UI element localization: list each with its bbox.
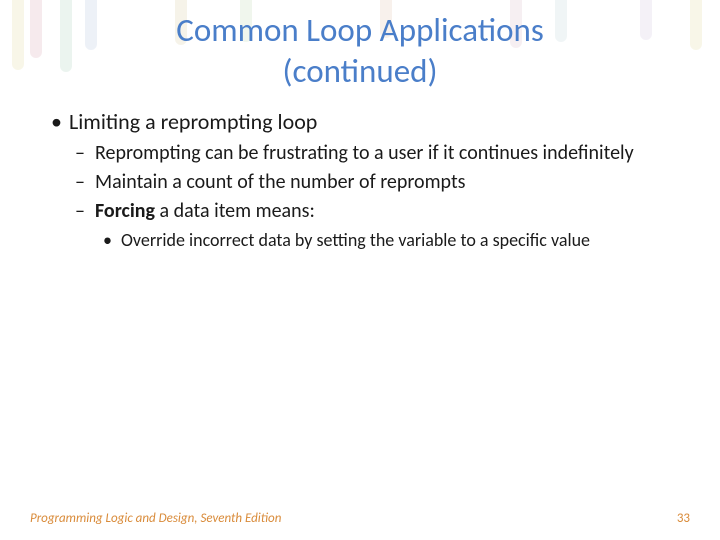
bullet-l2-item: Forcing a data item means: Override inco… (69, 198, 675, 252)
slide-title: Common Loop Applications (continued) (0, 0, 720, 93)
bullet-list-level1: Limiting a reprompting loop Reprompting … (45, 107, 675, 253)
bullet-l2-item: Maintain a count of the number of reprom… (69, 169, 675, 196)
footer-text: Programming Logic and Design, Seventh Ed… (30, 511, 281, 526)
bullet-l2-text: a data item means: (155, 199, 315, 223)
bullet-list-level3: Override incorrect data by setting the v… (95, 228, 675, 252)
bullet-l3-text: Override incorrect data by setting the v… (121, 229, 590, 251)
slide-content: Limiting a reprompting loop Reprompting … (0, 93, 720, 253)
bullet-l1-item: Limiting a reprompting loop Reprompting … (45, 107, 675, 253)
page-number: 33 (677, 511, 690, 526)
bullet-l2-text: Reprompting can be frustrating to a user… (95, 141, 634, 165)
bullet-l3-item: Override incorrect data by setting the v… (95, 228, 675, 252)
bullet-l1-text: Limiting a reprompting loop (69, 108, 317, 135)
title-line-2: (continued) (283, 51, 438, 91)
title-line-1: Common Loop Applications (176, 10, 544, 50)
bullet-l2-bold: Forcing (95, 199, 155, 223)
bullet-l2-item: Reprompting can be frustrating to a user… (69, 140, 675, 167)
bullet-l2-text: Maintain a count of the number of reprom… (95, 170, 466, 194)
slide-footer: Programming Logic and Design, Seventh Ed… (0, 511, 720, 526)
bullet-list-level2: Reprompting can be frustrating to a user… (69, 140, 675, 252)
